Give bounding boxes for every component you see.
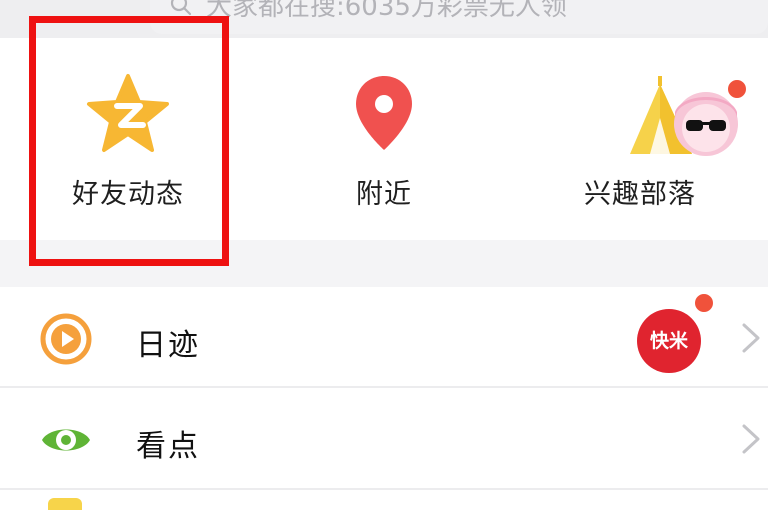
page: 大家都在搜:6035万彩票无人领 好友动态 附近 兴趣部落 日迹 快米 看点 (0, 0, 768, 510)
play-circle-icon (40, 313, 92, 365)
list-item-label: 日迹 (136, 328, 200, 363)
location-pin-icon (356, 76, 412, 150)
search-placeholder: 大家都在搜:6035万彩票无人领 (206, 0, 567, 22)
quick-entry-label: 附近 (356, 179, 412, 210)
notification-dot (693, 292, 715, 314)
list-item-label: 看点 (136, 429, 200, 464)
quick-entry-nearby[interactable]: 附近 (256, 38, 512, 240)
list-item-icon (48, 498, 82, 510)
eye-icon (42, 429, 90, 451)
list-item-kandian[interactable]: 看点 (0, 388, 768, 488)
notification-dot (726, 78, 748, 100)
quick-entry-interest-tribe[interactable]: 兴趣部落 (512, 38, 768, 240)
list-item[interactable] (0, 490, 768, 510)
quick-entry-label: 兴趣部落 (584, 179, 696, 210)
chevron-right-icon (742, 424, 760, 454)
highlight-box (29, 16, 229, 266)
search-icon (170, 0, 192, 16)
chevron-right-icon (742, 323, 760, 353)
kuaimi-badge: 快米 (637, 309, 701, 373)
